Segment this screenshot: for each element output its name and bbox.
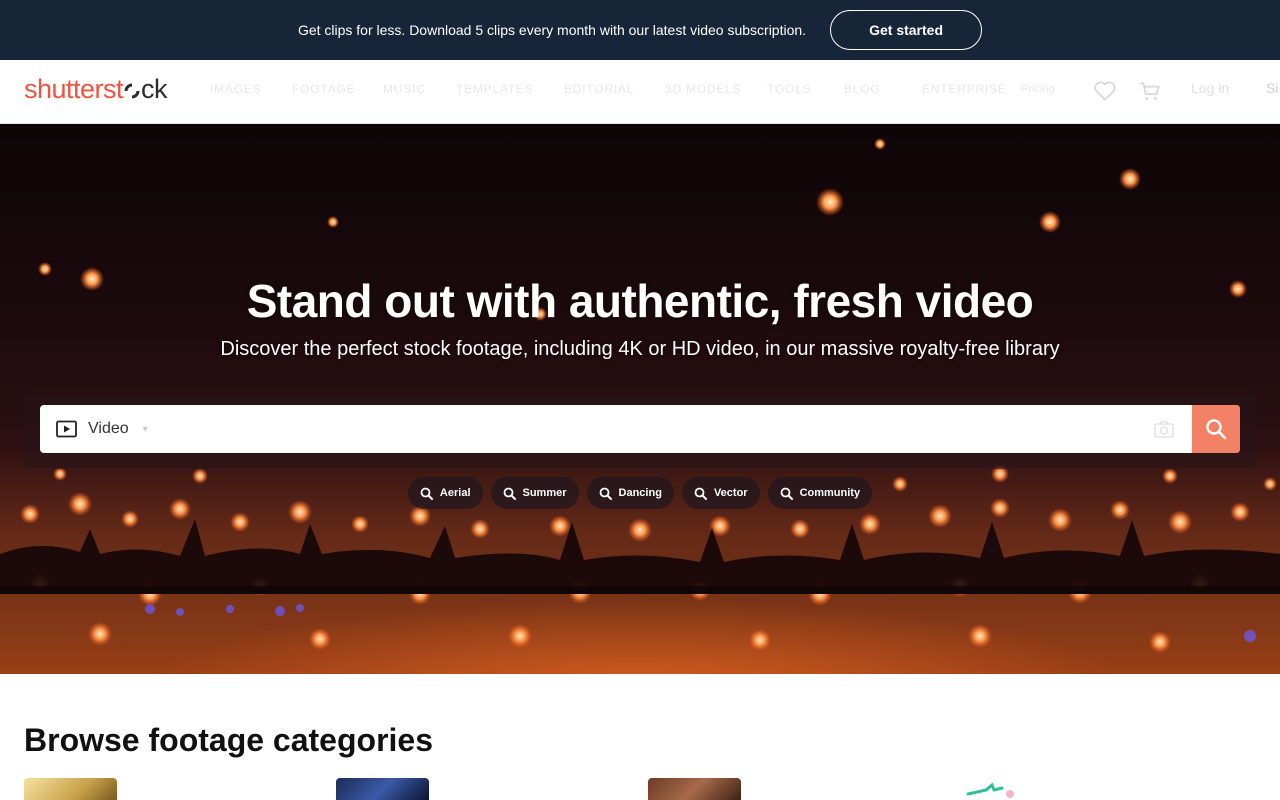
media-type-label: Video xyxy=(88,420,129,437)
chip-aerial[interactable]: Aerial xyxy=(407,477,483,509)
search-icon xyxy=(780,487,793,500)
suggested-searches: Aerial Summer Dancing Vector Community xyxy=(0,477,1280,509)
hero-title: Stand out with authentic, fresh video xyxy=(246,275,1034,327)
video-icon xyxy=(56,420,77,438)
chip-vector[interactable]: Vector xyxy=(681,477,760,509)
promo-banner: Get clips for less. Download 5 clips eve… xyxy=(0,0,1280,60)
logo-text-end: ck xyxy=(141,74,168,104)
signup-link[interactable]: Si xyxy=(1266,80,1278,96)
nav-blog[interactable]: BLOG xyxy=(844,82,881,96)
search-input[interactable] xyxy=(180,405,1140,453)
nav-3d-models[interactable]: 3D MODELS xyxy=(665,82,742,96)
nav-enterprise[interactable]: ENTERPRISE xyxy=(922,82,1007,96)
chip-summer[interactable]: Summer xyxy=(490,477,579,509)
hero-subtitle: Discover the perfect stock footage, incl… xyxy=(220,338,1060,360)
logo-o-glyph xyxy=(124,83,140,99)
nav-templates[interactable]: TEMPLATES xyxy=(456,82,534,96)
search-icon xyxy=(694,487,707,500)
search-container: Video ▾ xyxy=(24,389,1256,469)
camera-search-icon[interactable] xyxy=(1152,417,1176,441)
shutterstock-logo[interactable]: shutterst ck xyxy=(24,74,168,105)
search-icon xyxy=(503,487,516,500)
category-thumbnail[interactable] xyxy=(648,778,741,800)
search-icon xyxy=(1206,419,1227,440)
chip-label: Aerial xyxy=(439,487,471,499)
nav-footage[interactable]: FOOTAGE xyxy=(292,82,355,96)
media-type-select[interactable]: Video ▾ xyxy=(56,405,148,453)
chip-community[interactable]: Community xyxy=(767,477,873,509)
nav-pricing[interactable]: Pricing xyxy=(1021,83,1055,95)
nav-images[interactable]: IMAGES xyxy=(210,82,261,96)
chip-label: Dancing xyxy=(618,487,662,499)
chip-dancing[interactable]: Dancing xyxy=(586,477,674,509)
chip-label: Summer xyxy=(522,487,567,499)
category-thumbnail[interactable] xyxy=(336,778,429,800)
heart-icon[interactable] xyxy=(1092,78,1118,104)
nav-editorial[interactable]: EDITORIAL xyxy=(564,82,634,96)
category-thumbnail[interactable] xyxy=(24,778,117,800)
chip-label: Community xyxy=(799,487,861,499)
search-bar: Video ▾ xyxy=(40,405,1240,453)
nav-tools[interactable]: TOOLS xyxy=(767,82,811,96)
cart-icon[interactable] xyxy=(1137,78,1163,104)
category-thumbnail[interactable] xyxy=(962,782,1028,800)
chevron-down-icon: ▾ xyxy=(142,423,148,435)
search-icon xyxy=(599,487,612,500)
search-button[interactable] xyxy=(1192,405,1240,453)
search-icon xyxy=(420,487,433,500)
logo-text-start: shutterst xyxy=(24,74,124,104)
promo-text: Get clips for less. Download 5 clips eve… xyxy=(297,22,807,38)
nav-music[interactable]: MUSIC xyxy=(383,82,426,96)
hero-banner: Stand out with authentic, fresh video Di… xyxy=(0,124,1280,674)
login-link[interactable]: Log in xyxy=(1191,80,1229,96)
chip-label: Vector xyxy=(713,487,748,499)
browse-categories-heading: Browse footage categories xyxy=(24,722,433,758)
site-header: shutterst ck IMAGES FOOTAGE MUSIC TEMPLAT… xyxy=(0,60,1280,124)
get-started-button[interactable]: Get started xyxy=(830,10,983,50)
